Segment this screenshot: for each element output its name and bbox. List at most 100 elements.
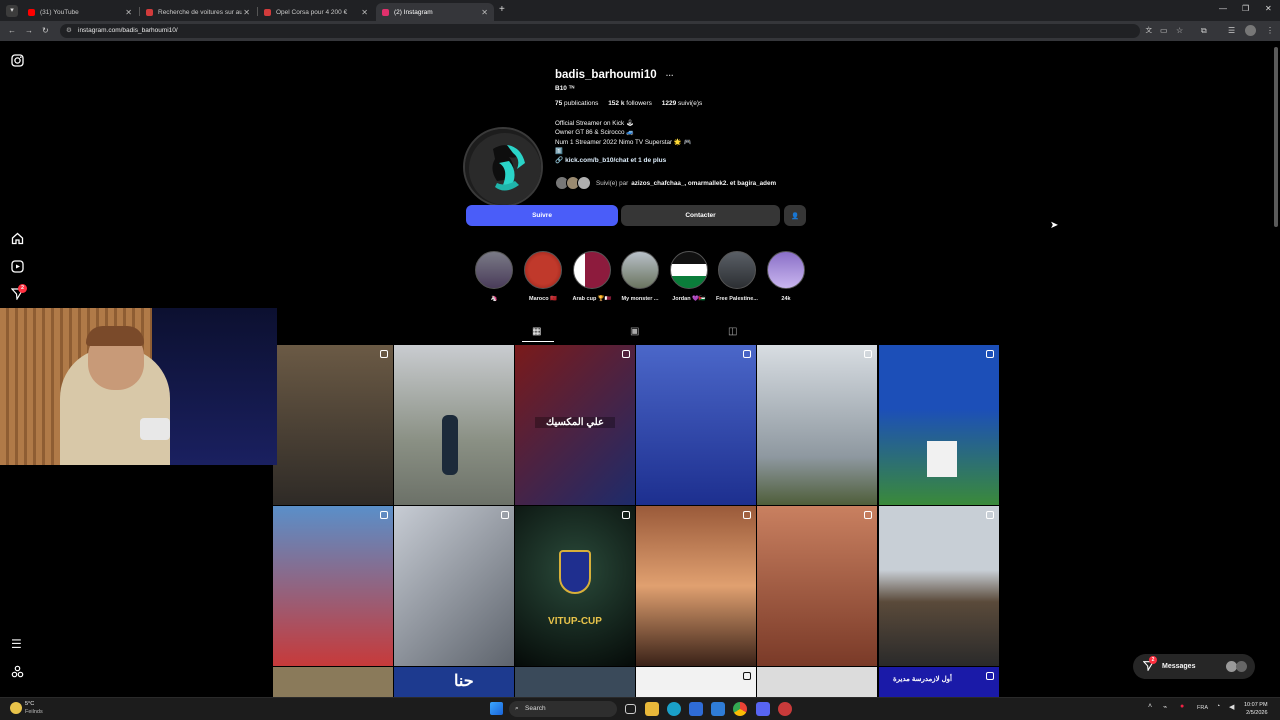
close-tab-icon[interactable]: ✕ [481, 8, 488, 17]
bio-line: Official Streamer on Kick 🕹 [555, 120, 634, 127]
post-thumbnail[interactable]: أول لازمدرسة مديرة [879, 667, 999, 697]
instagram-logo-icon[interactable] [11, 54, 24, 70]
post-thumbnail[interactable] [879, 506, 999, 666]
reel-icon [743, 350, 751, 358]
post-thumbnail[interactable] [515, 667, 635, 697]
messages-button[interactable]: 2 Messages [1133, 654, 1255, 679]
store-icon[interactable] [689, 702, 703, 716]
tab-auto-search[interactable]: Recherche de voitures sur auto... ✕ [140, 3, 256, 21]
reload-icon[interactable]: ↻ [42, 26, 49, 35]
post-thumbnail[interactable] [273, 667, 393, 697]
direct-messages-icon[interactable]: 2 [10, 284, 27, 303]
person-figure [442, 415, 458, 475]
posts-grid-tab-icon[interactable]: ▦ [532, 326, 541, 337]
post-thumbnail[interactable] [394, 345, 514, 505]
file-explorer-icon[interactable] [645, 702, 659, 716]
highlight-item[interactable]: My monster ... [619, 251, 661, 302]
post-thumbnail[interactable]: حنا [394, 667, 514, 697]
taskbar-search[interactable]: ⌕ Search [509, 701, 617, 717]
volume-icon[interactable]: ◀ [1229, 703, 1234, 711]
post-thumbnail[interactable] [636, 345, 756, 505]
post-thumbnail[interactable] [757, 345, 877, 505]
discord-icon[interactable] [756, 702, 770, 716]
highlight-item[interactable]: Arab cup 🏆🇶🇦 [571, 251, 613, 302]
back-icon[interactable]: ← [8, 26, 16, 35]
threads-icon[interactable] [11, 665, 24, 681]
post-thumbnail[interactable] [879, 345, 999, 505]
close-window-icon[interactable]: ✕ [1265, 4, 1272, 13]
app-icon[interactable] [778, 702, 792, 716]
post-thumbnail[interactable]: VITUP-CUP [515, 506, 635, 666]
highlight-item[interactable]: Jordan 💜🇯🇴 [668, 251, 710, 302]
edge-icon[interactable] [667, 702, 681, 716]
bio-line: Owner GT 86 & Scirocco 🚙 [555, 129, 635, 137]
reel-icon [986, 672, 994, 680]
post-thumbnail[interactable] [636, 667, 756, 697]
microphone-icon[interactable]: ● [1180, 703, 1184, 710]
wifi-icon[interactable]: ◔ [1216, 703, 1220, 710]
more-options-icon[interactable]: ··· [666, 71, 674, 80]
profile-avatar-icon[interactable] [1245, 25, 1256, 36]
profile-link[interactable]: 🔗 kick.com/b_b10/chat et 1 de plus [555, 156, 666, 164]
restore-icon[interactable]: ❐ [1242, 4, 1249, 13]
address-bar[interactable]: ⚙ instagram.com/badis_barhoumi10/ 文 [60, 24, 1152, 38]
followers-stat[interactable]: 152 k followers [608, 100, 652, 107]
reels-icon[interactable] [11, 260, 24, 276]
windows-start-icon[interactable] [490, 702, 503, 715]
contact-button[interactable]: Contacter [621, 205, 780, 226]
follow-button[interactable]: Suivre [466, 205, 618, 226]
post-thumbnail[interactable] [757, 667, 877, 697]
suggested-users-button[interactable]: 👤 [784, 205, 806, 226]
post-thumbnail[interactable]: علي المكسيك [515, 345, 635, 505]
following-stat[interactable]: 1229 suivi(e)s [662, 100, 702, 107]
polaroid-photo [927, 441, 957, 477]
tagged-tab-icon[interactable]: ◫ [728, 326, 737, 337]
more-menu-icon[interactable]: ☰ [11, 637, 22, 651]
microphone [140, 418, 170, 440]
post-thumbnail[interactable] [757, 506, 877, 666]
reel-icon [986, 511, 994, 519]
weather-widget[interactable]: 5°C Feilnds [25, 700, 43, 716]
new-tab-icon[interactable]: + [499, 4, 505, 15]
highlight-item[interactable]: Free Palestine... [716, 251, 758, 302]
highlight-item[interactable]: 🦄 [473, 251, 515, 302]
posts-stat[interactable]: 75 publications [555, 100, 598, 107]
forward-icon[interactable]: → [25, 26, 33, 35]
post-thumbnail[interactable] [273, 506, 393, 666]
post-overlay-text: أول لازمدرسة مديرة [893, 676, 952, 683]
followed-by[interactable]: Suivi(e) par azizos_chafchaa_, omarmalle… [555, 175, 776, 191]
bookmark-star-icon[interactable]: ☆ [1176, 26, 1183, 35]
extensions-icon[interactable]: ⧉ [1201, 26, 1207, 36]
post-thumbnail[interactable] [394, 506, 514, 666]
reels-tab-icon[interactable]: ▣ [630, 326, 639, 337]
webcam-background [152, 308, 277, 465]
tab-search-icon[interactable]: ▾ [6, 5, 18, 17]
highlight-label: 24k [781, 296, 791, 302]
task-view-icon[interactable] [625, 704, 636, 714]
chrome-icon[interactable] [733, 702, 747, 716]
close-tab-icon[interactable]: ✕ [125, 8, 132, 17]
cast-icon[interactable]: ▭ [1160, 26, 1168, 35]
browser-menu-icon[interactable]: ⋮ [1266, 26, 1274, 35]
mail-icon[interactable] [711, 702, 725, 716]
profile-avatar[interactable] [463, 127, 543, 207]
close-tab-icon[interactable]: ✕ [243, 8, 250, 17]
close-tab-icon[interactable]: ✕ [361, 8, 368, 17]
tab-opel-corsa[interactable]: Opel Corsa pour 4 200 € ✕ [258, 3, 374, 21]
network-icon[interactable]: ⌁ [1163, 703, 1167, 711]
minimize-icon[interactable]: — [1219, 4, 1227, 13]
highlight-item[interactable]: Maroco 🇲🇦 [522, 251, 564, 302]
reading-list-icon[interactable]: ☰ [1228, 26, 1235, 35]
tray-chevron-icon[interactable]: ˄ [1148, 703, 1152, 710]
clock[interactable]: 10:07 PM 2/5/2026 [1244, 701, 1268, 717]
home-icon[interactable] [11, 232, 24, 248]
highlight-item[interactable]: 24k [765, 251, 807, 302]
tab-instagram[interactable]: (2) Instagram ✕ [376, 3, 494, 21]
post-thumbnail[interactable] [273, 345, 393, 505]
language-indicator[interactable]: FRA [1197, 705, 1208, 711]
tab-youtube[interactable]: (31) YouTube ✕ [22, 3, 138, 21]
page-scrollbar[interactable] [1274, 47, 1278, 227]
site-info-icon[interactable]: ⚙ [66, 24, 72, 38]
post-thumbnail[interactable] [636, 506, 756, 666]
active-tab-indicator [522, 341, 554, 342]
